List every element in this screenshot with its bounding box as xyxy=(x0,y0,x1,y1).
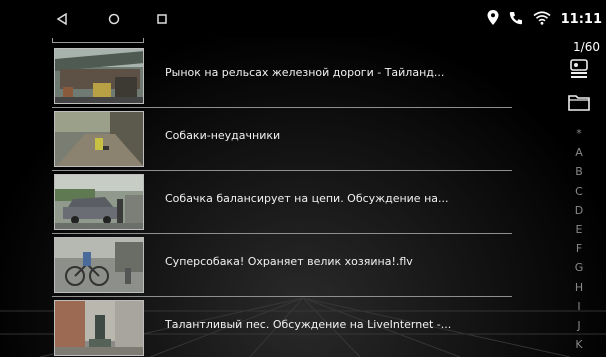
item-counter: 1/60 xyxy=(573,40,600,54)
folder-icon[interactable] xyxy=(568,93,590,113)
index-letter[interactable]: * xyxy=(570,124,588,143)
status-bar: 11:11 xyxy=(0,0,606,38)
index-letter[interactable]: B xyxy=(570,162,588,181)
clock-time: 11:11 xyxy=(560,11,602,27)
video-list-screen: Рынок на рельсах железной дороги - Тайла… xyxy=(0,38,606,357)
video-title: Рынок на рельсах железной дороги - Тайла… xyxy=(165,66,445,79)
index-letter[interactable]: F xyxy=(570,239,588,258)
video-list-item[interactable]: Собачка балансирует на цепи. Обсуждение … xyxy=(0,170,515,232)
video-title: Собачка балансирует на цепи. Обсуждение … xyxy=(165,192,449,205)
video-list-item[interactable]: Рынок на рельсах железной дороги - Тайла… xyxy=(0,44,515,106)
previous-thumbnail-edge xyxy=(52,38,144,43)
index-letter[interactable]: H xyxy=(570,278,588,297)
index-letter[interactable]: E xyxy=(570,220,588,239)
index-letter[interactable]: G xyxy=(570,258,588,277)
home-icon[interactable] xyxy=(104,9,124,29)
wifi-icon xyxy=(533,10,551,29)
back-icon[interactable] xyxy=(52,9,72,29)
video-list-item[interactable]: Собаки-неудачники xyxy=(0,107,515,169)
video-list-item[interactable]: Талантливый пес. Обсуждение на LiveInter… xyxy=(0,296,515,357)
video-thumbnail xyxy=(54,300,144,356)
video-list-item[interactable]: Суперсобака! Охраняет велик хозяина!.flv xyxy=(0,233,515,295)
video-title: Собаки-неудачники xyxy=(165,129,281,142)
video-thumbnail xyxy=(54,48,144,104)
list-view-icon[interactable] xyxy=(568,59,590,79)
side-index-panel: 1/60 * A B C D E F G H I J K xyxy=(546,38,606,357)
video-thumbnail xyxy=(54,237,144,293)
video-thumbnail xyxy=(54,111,144,167)
index-letter[interactable]: A xyxy=(570,143,588,162)
index-letter[interactable]: J xyxy=(570,316,588,335)
video-title: Талантливый пес. Обсуждение на LiveInter… xyxy=(165,318,452,331)
index-letter[interactable]: K xyxy=(570,335,588,354)
alphabet-index: * A B C D E F G H I J K xyxy=(570,124,588,354)
phone-icon xyxy=(509,10,523,29)
recent-apps-icon[interactable] xyxy=(152,9,172,29)
index-letter[interactable]: I xyxy=(570,297,588,316)
video-thumbnail xyxy=(54,174,144,230)
index-letter[interactable]: D xyxy=(570,201,588,220)
location-icon xyxy=(487,9,499,29)
index-letter[interactable]: C xyxy=(570,182,588,201)
video-title: Суперсобака! Охраняет велик хозяина!.flv xyxy=(165,255,413,268)
